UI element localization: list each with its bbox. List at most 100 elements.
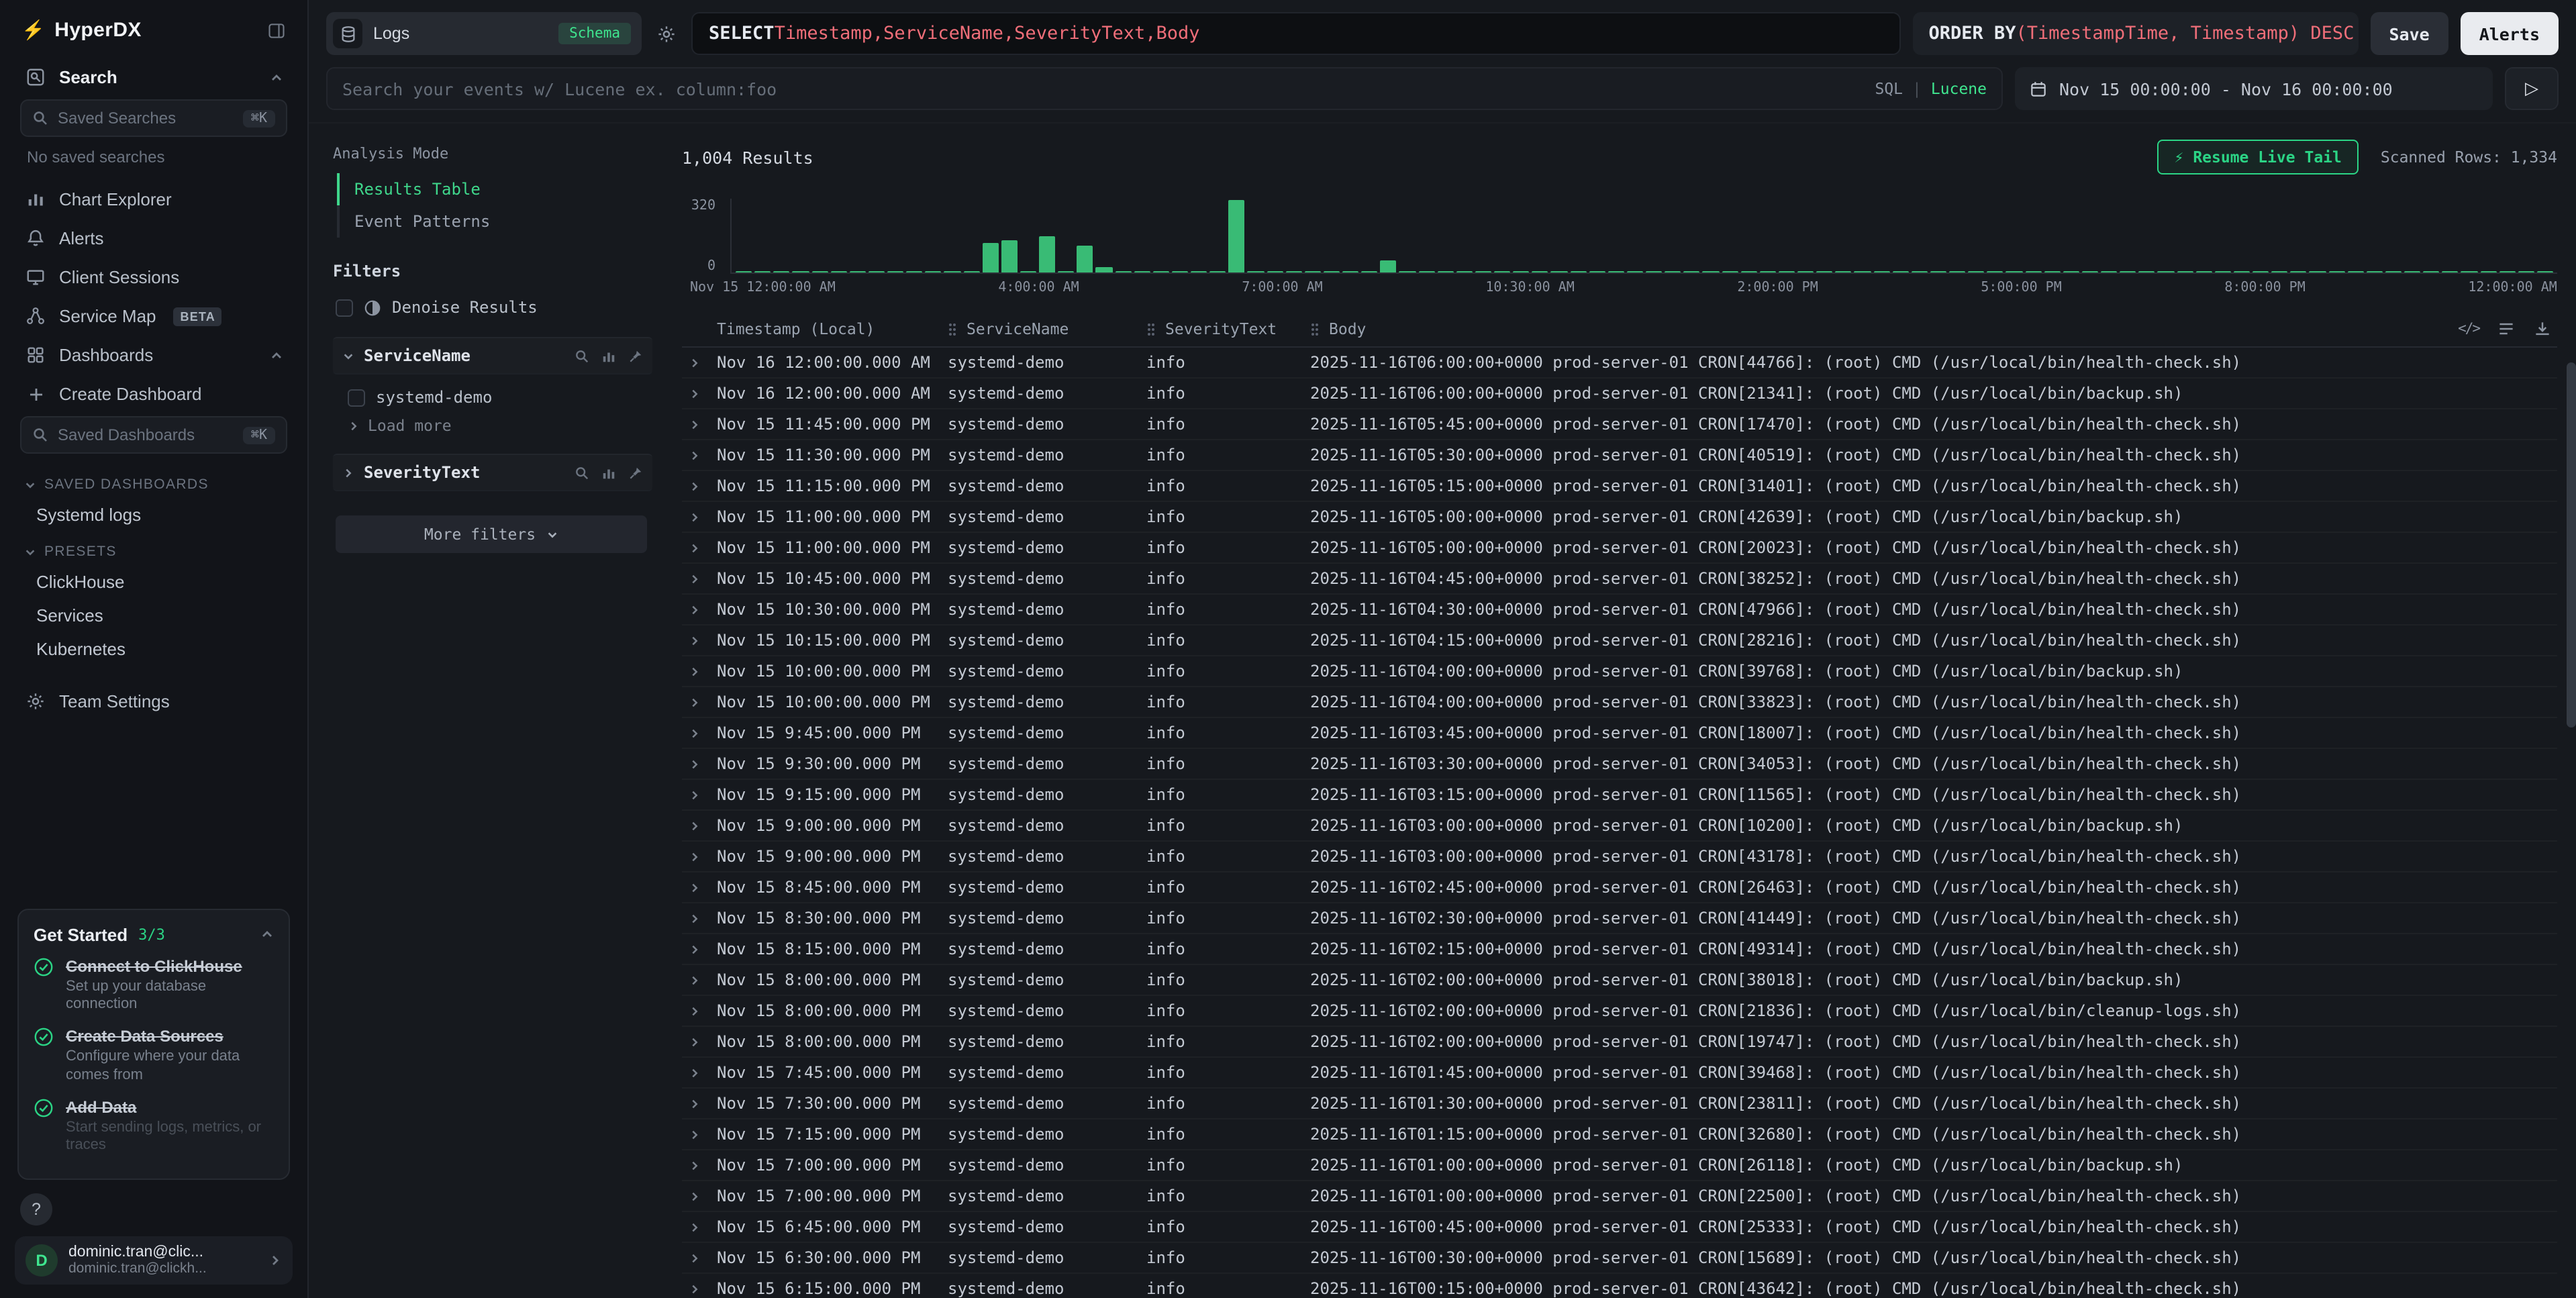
histogram-bar[interactable] [2404,270,2420,272]
expand-row-icon[interactable] [682,480,717,492]
histogram-bar[interactable] [2063,270,2079,272]
drag-handle-icon[interactable] [1310,321,1320,336]
histogram-bar[interactable] [2082,270,2098,272]
histogram-bar[interactable] [1646,270,1662,272]
histogram-bar[interactable] [1873,270,1889,272]
table-row[interactable]: Nov 15 6:45:00.000 PM systemd-demo info … [682,1212,2557,1243]
order-by-editor[interactable]: ORDER BY (TimestampTime, Timestamp) DESC [1912,12,2358,55]
sidebar-item-systemd-logs[interactable]: Systemd logs [15,498,293,532]
sidebar-item-clickhouse[interactable]: ClickHouse [15,565,293,599]
load-more-button[interactable]: Load more [345,411,650,438]
expand-row-icon[interactable] [682,943,717,955]
table-row[interactable]: Nov 15 9:30:00.000 PM systemd-demo info … [682,749,2557,780]
histogram-bar[interactable] [1949,270,1965,272]
histogram-bar[interactable] [887,270,903,272]
histogram-bar[interactable] [1153,270,1169,272]
histogram-bar[interactable] [2291,270,2307,272]
view-source-icon[interactable]: </> [2458,321,2479,337]
expand-row-icon[interactable] [682,1005,717,1017]
histogram-bar[interactable] [1285,270,1301,272]
expand-row-icon[interactable] [682,850,717,862]
table-row[interactable]: Nov 15 8:30:00.000 PM systemd-demo info … [682,903,2557,934]
histogram-bar[interactable] [2423,270,2439,272]
expand-row-icon[interactable] [682,572,717,585]
histogram-bar[interactable] [2367,270,2383,272]
table-row[interactable]: Nov 15 8:00:00.000 PM systemd-demo info … [682,1027,2557,1058]
table-row[interactable]: Nov 15 11:15:00.000 PM systemd-demo info… [682,471,2557,502]
drag-handle-icon[interactable] [1146,321,1156,336]
histogram-bar[interactable] [1551,270,1567,272]
table-row[interactable]: Nov 15 7:15:00.000 PM systemd-demo info … [682,1119,2557,1150]
nav-service-map[interactable]: Service Map BETA [15,297,293,336]
column-header-servicename[interactable]: ServiceName [948,319,1146,338]
table-row[interactable]: Nov 15 9:00:00.000 PM systemd-demo info … [682,842,2557,872]
expand-row-icon[interactable] [682,603,717,615]
histogram-bar[interactable] [1077,246,1093,273]
table-row[interactable]: Nov 15 11:45:00.000 PM systemd-demo info… [682,409,2557,440]
histogram-bar[interactable] [1475,270,1491,272]
expand-row-icon[interactable] [682,881,717,893]
histogram-bar[interactable] [1740,270,1756,272]
facet-chart-icon[interactable] [601,348,616,363]
table-settings-icon[interactable] [2497,319,2516,338]
table-row[interactable]: Nov 15 11:00:00.000 PM systemd-demo info… [682,502,2557,533]
expand-row-icon[interactable] [682,449,717,461]
histogram-bar[interactable] [1418,270,1434,272]
section-presets[interactable]: PRESETS [15,532,293,565]
histogram-bar[interactable] [2480,270,2496,272]
table-row[interactable]: Nov 15 9:45:00.000 PM systemd-demo info … [682,718,2557,749]
expand-row-icon[interactable] [682,727,717,739]
histogram-bar[interactable] [1342,270,1358,272]
facet-search-icon[interactable] [575,465,589,480]
column-header-timestamp[interactable]: Timestamp (Local) [717,319,948,338]
expand-row-icon[interactable] [682,418,717,430]
table-row[interactable]: Nov 15 10:00:00.000 PM systemd-demo info… [682,687,2557,718]
histogram-bar[interactable] [1437,270,1453,272]
expand-row-icon[interactable] [682,1252,717,1264]
histogram-bar[interactable] [2215,270,2231,272]
table-row[interactable]: Nov 16 12:00:00.000 AM systemd-demo info… [682,379,2557,409]
expand-row-icon[interactable] [682,974,717,986]
denoise-checkbox[interactable] [336,299,353,316]
expand-row-icon[interactable] [682,1221,717,1233]
expand-row-icon[interactable] [682,696,717,708]
histogram-bar[interactable] [869,270,885,272]
lang-lucene-option[interactable]: Lucene [1931,79,1987,98]
expand-row-icon[interactable] [682,1190,717,1202]
sidebar-item-services[interactable]: Services [15,599,293,632]
histogram-bar[interactable] [2044,270,2060,272]
histogram-bar[interactable] [1722,270,1738,272]
mode-event-patterns[interactable]: Event Patterns [337,205,652,238]
help-button[interactable]: ? [20,1193,52,1226]
histogram-bar[interactable] [1912,270,1928,272]
histogram-bar[interactable] [1627,270,1643,272]
table-row[interactable]: Nov 15 7:30:00.000 PM systemd-demo info … [682,1089,2557,1119]
expand-row-icon[interactable] [682,387,717,399]
expand-row-icon[interactable] [682,1159,717,1171]
histogram-bar[interactable] [1513,270,1529,272]
nav-search[interactable]: Search [15,58,293,97]
nav-chart-explorer[interactable]: Chart Explorer [15,180,293,219]
facet-search-icon[interactable] [575,348,589,363]
histogram-bar[interactable] [1892,270,1908,272]
table-row[interactable]: Nov 15 8:15:00.000 PM systemd-demo info … [682,934,2557,965]
histogram-bar[interactable] [1381,260,1397,272]
facet-pin-icon[interactable] [628,348,643,363]
histogram-bar[interactable] [1456,270,1473,272]
histogram-bar[interactable] [1532,270,1548,272]
sidebar-item-kubernetes[interactable]: Kubernetes [15,632,293,666]
table-row[interactable]: Nov 15 10:00:00.000 PM systemd-demo info… [682,656,2557,687]
histogram-bar[interactable] [982,243,998,272]
histogram-bar[interactable] [1968,270,1984,272]
histogram-bar[interactable] [1570,270,1586,272]
denoise-results-toggle[interactable]: Denoise Results [333,294,652,321]
histogram-bar[interactable] [1494,270,1510,272]
histogram-bar[interactable] [1361,270,1377,272]
histogram-bar[interactable] [1665,270,1681,272]
histogram-bar[interactable] [1324,270,1340,272]
source-settings-gear-icon[interactable] [654,23,679,44]
histogram-bar[interactable] [1001,241,1018,272]
table-row[interactable]: Nov 15 8:00:00.000 PM systemd-demo info … [682,996,2557,1027]
query-language-toggle[interactable]: SQL | Lucene [1875,79,1987,98]
expand-row-icon[interactable] [682,1036,717,1048]
